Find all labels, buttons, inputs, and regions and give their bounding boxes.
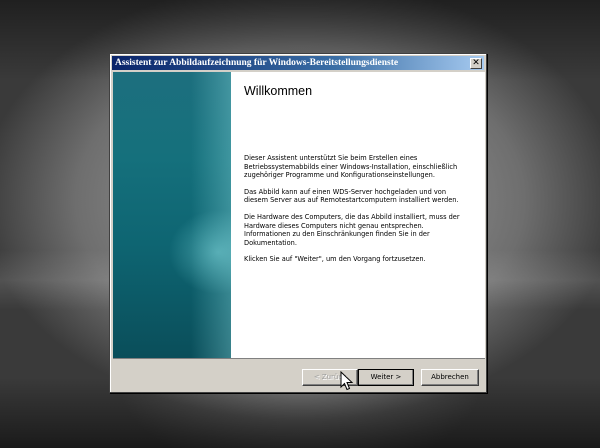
page-title: Willkommen [244, 84, 313, 98]
continue-paragraph: Klicken Sie auf "Weiter", um den Vorgang… [244, 255, 426, 264]
wizard-button-bar: < Zurück Weiter > Abbrechen [110, 360, 486, 390]
close-icon: ✕ [472, 58, 480, 68]
next-button[interactable]: Weiter > [358, 369, 414, 386]
side-banner-highlight [191, 72, 231, 358]
intro-paragraph: Dieser Assistent unterstützt Sie beim Er… [244, 154, 458, 180]
welcome-text: Dieser Assistent unterstützt Sie beim Er… [244, 154, 469, 272]
wizard-side-banner [113, 72, 231, 358]
wizard-window: Assistent zur Abbildaufzeichnung für Win… [109, 53, 487, 393]
hardware-paragraph: Die Hardware des Computers, die das Abbi… [244, 212, 460, 247]
wizard-content: Willkommen Dieser Assistent unterstützt … [113, 72, 485, 359]
mouse-pointer-icon [340, 371, 354, 391]
window-titlebar[interactable]: Assistent zur Abbildaufzeichnung für Win… [112, 56, 484, 70]
close-button[interactable]: ✕ [470, 58, 482, 69]
cancel-button[interactable]: Abbrechen [421, 369, 479, 386]
upload-paragraph: Das Abbild kann auf einen WDS-Server hoc… [244, 187, 459, 205]
window-title: Assistent zur Abbildaufzeichnung für Win… [115, 58, 399, 68]
